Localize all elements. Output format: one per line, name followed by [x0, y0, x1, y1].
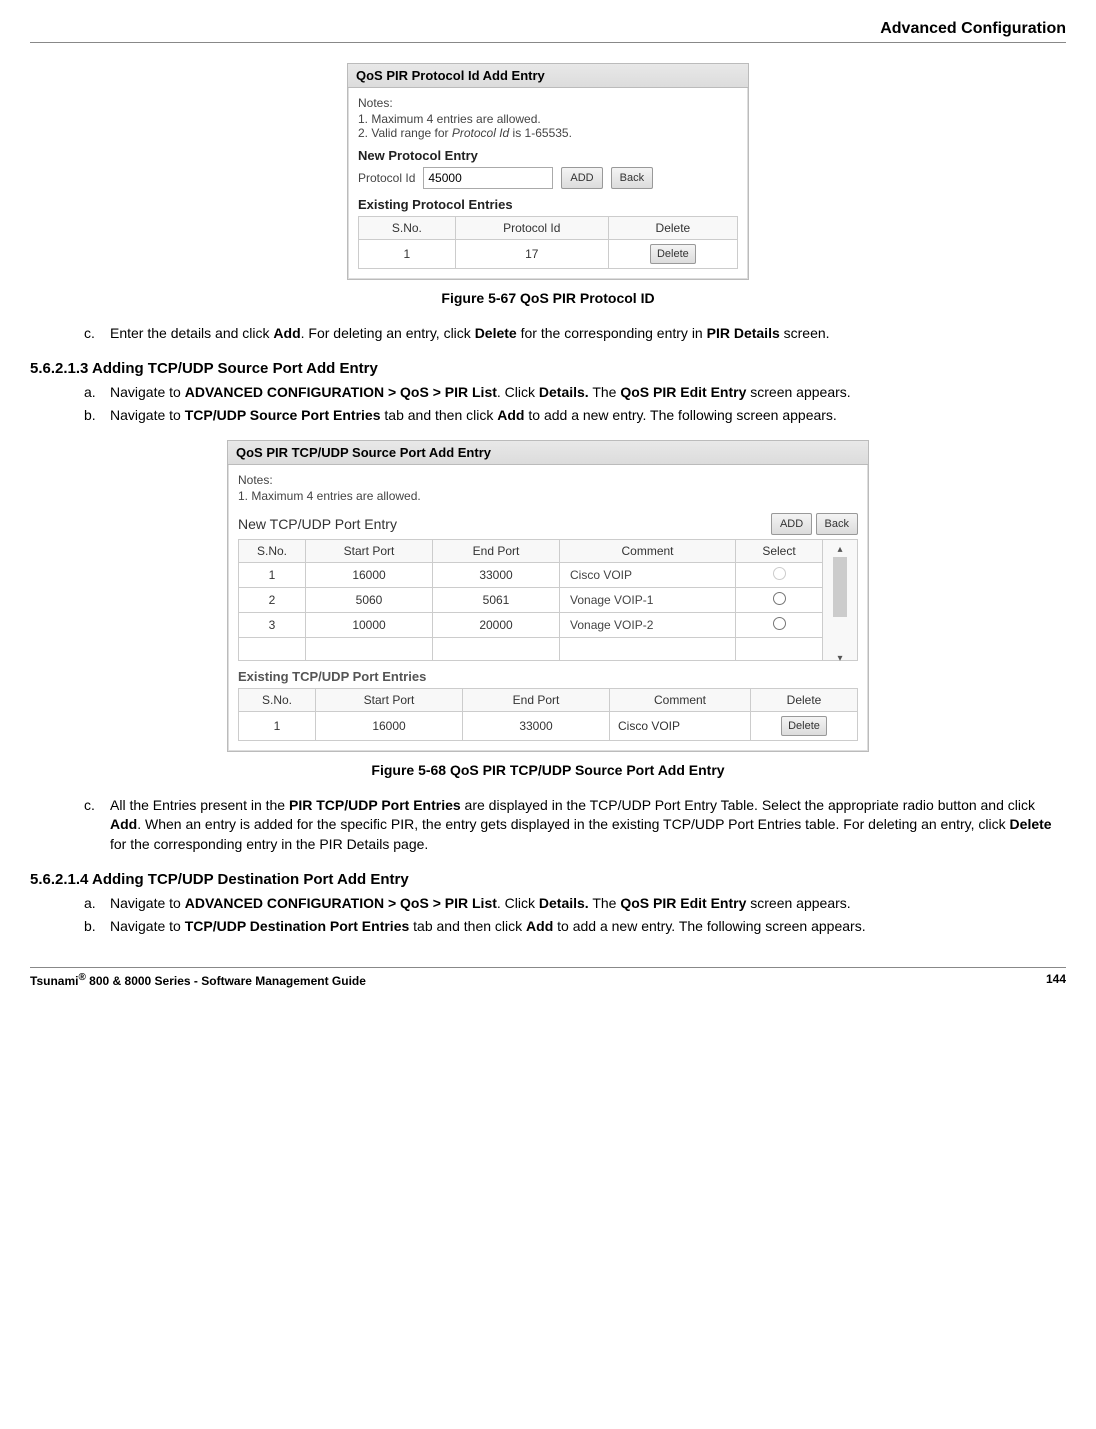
- section-heading-2: 5.6.2.1.4 Adding TCP/UDP Destination Por…: [30, 871, 1066, 888]
- select-radio[interactable]: [773, 567, 786, 580]
- col-comment: Comment: [560, 539, 736, 562]
- col-end: End Port: [433, 539, 560, 562]
- dialog2-notes-head: Notes:: [238, 473, 858, 487]
- delete-button[interactable]: Delete: [650, 244, 696, 264]
- table-row: 3 10000 20000 Vonage VOIP-2: [239, 612, 858, 637]
- dialog1-notes-head: Notes:: [358, 96, 738, 110]
- cell-pid: 17: [455, 240, 608, 269]
- col-sno: S.No.: [239, 688, 316, 711]
- existing-protocol-table: S.No. Protocol Id Delete 1 17 Delete: [358, 216, 738, 269]
- step-a: a. Navigate to ADVANCED CONFIGURATION > …: [84, 894, 1066, 914]
- dialog1-note1: 1. Maximum 4 entries are allowed.: [358, 112, 738, 126]
- scrollbar[interactable]: ▴ ▾: [823, 539, 858, 660]
- footer-rule: [30, 967, 1066, 968]
- page-footer: Tsunami® 800 & 8000 Series - Software Ma…: [30, 972, 1066, 988]
- select-radio[interactable]: [773, 617, 786, 630]
- table-row: 1 16000 33000 Cisco VOIP: [239, 562, 858, 587]
- header-rule: [30, 42, 1066, 43]
- select-radio[interactable]: [773, 592, 786, 605]
- col-start: Start Port: [306, 539, 433, 562]
- dialog1-title: QoS PIR Protocol Id Add Entry: [348, 64, 748, 88]
- scroll-thumb[interactable]: [833, 557, 847, 617]
- dialog1-existing-section: Existing Protocol Entries: [358, 197, 738, 212]
- delete-button[interactable]: Delete: [781, 716, 827, 736]
- step-b: b. Navigate to TCP/UDP Source Port Entri…: [84, 406, 1066, 426]
- step-b: b. Navigate to TCP/UDP Destination Port …: [84, 917, 1066, 937]
- back-button[interactable]: Back: [816, 513, 858, 535]
- dialog1-note2: 2. Valid range for Protocol Id is 1-6553…: [358, 126, 738, 140]
- col-end: End Port: [463, 688, 610, 711]
- col-comment: Comment: [610, 688, 751, 711]
- table-row: 2 5060 5061 Vonage VOIP-1: [239, 587, 858, 612]
- protocol-id-input[interactable]: [423, 167, 553, 189]
- protocol-id-label: Protocol Id: [358, 171, 415, 185]
- cell-sno: 1: [359, 240, 456, 269]
- page-header: Advanced Configuration: [30, 20, 1066, 38]
- section-heading-1: 5.6.2.1.3 Adding TCP/UDP Source Port Add…: [30, 360, 1066, 377]
- col-sno: S.No.: [239, 539, 306, 562]
- dialog-protocol-id: QoS PIR Protocol Id Add Entry Notes: 1. …: [347, 63, 749, 280]
- table-row-empty: [239, 637, 858, 660]
- table-row: 1 16000 33000 Cisco VOIP Delete: [239, 711, 858, 740]
- dialog-source-port: QoS PIR TCP/UDP Source Port Add Entry No…: [227, 440, 869, 752]
- col-start: Start Port: [316, 688, 463, 711]
- footer-left: Tsunami® 800 & 8000 Series - Software Ma…: [30, 972, 366, 988]
- step-a: a. Navigate to ADVANCED CONFIGURATION > …: [84, 383, 1066, 403]
- col-pid: Protocol Id: [455, 217, 608, 240]
- scroll-down-icon[interactable]: ▾: [831, 653, 849, 664]
- dialog2-new-section: New TCP/UDP Port Entry: [238, 516, 397, 532]
- figure-caption-1: Figure 5-67 QoS PIR Protocol ID: [30, 290, 1066, 306]
- dialog2-note1: 1. Maximum 4 entries are allowed.: [238, 489, 858, 503]
- dialog1-new-section: New Protocol Entry: [358, 148, 738, 163]
- table-row: 1 17 Delete: [359, 240, 738, 269]
- new-port-table: S.No. Start Port End Port Comment Select…: [238, 539, 858, 661]
- step-c: c. All the Entries present in the PIR TC…: [84, 796, 1066, 855]
- dialog2-existing-section: Existing TCP/UDP Port Entries: [238, 669, 858, 684]
- step-c: c. Enter the details and click Add. For …: [84, 324, 1066, 344]
- add-button[interactable]: ADD: [561, 167, 602, 189]
- figure-caption-2: Figure 5-68 QoS PIR TCP/UDP Source Port …: [30, 762, 1066, 778]
- existing-port-table: S.No. Start Port End Port Comment Delete…: [238, 688, 858, 741]
- back-button[interactable]: Back: [611, 167, 653, 189]
- col-select: Select: [736, 539, 823, 562]
- col-delete: Delete: [751, 688, 858, 711]
- dialog2-title: QoS PIR TCP/UDP Source Port Add Entry: [228, 441, 868, 465]
- add-button[interactable]: ADD: [771, 513, 812, 535]
- page-number: 144: [1046, 972, 1066, 988]
- col-sno: S.No.: [359, 217, 456, 240]
- scroll-up-icon[interactable]: ▴: [831, 544, 849, 555]
- col-delete: Delete: [608, 217, 737, 240]
